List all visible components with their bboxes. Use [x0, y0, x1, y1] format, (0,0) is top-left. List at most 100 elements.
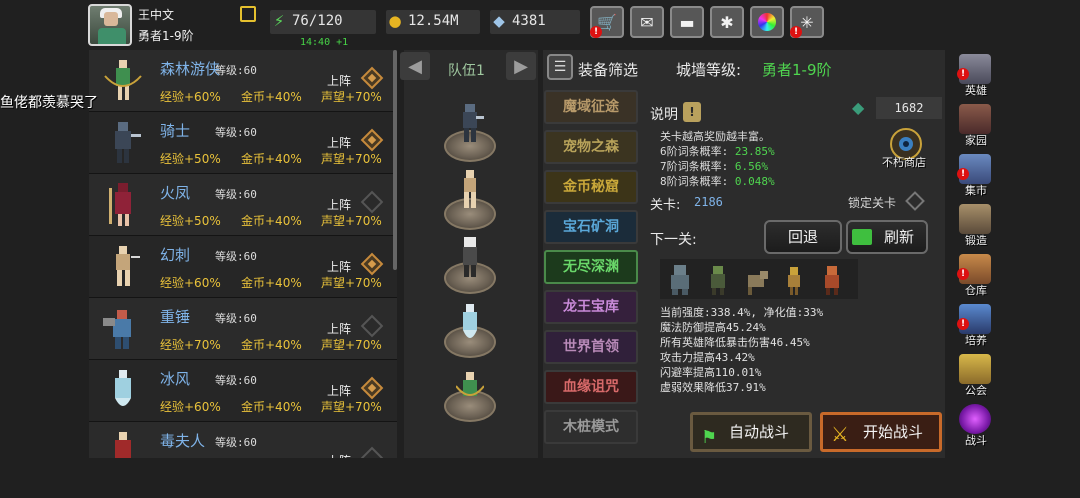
- fame-bonus: 声望+70%: [321, 152, 382, 166]
- mode-button[interactable]: 血缘诅咒: [544, 370, 638, 404]
- mode-button[interactable]: 世界首领: [544, 330, 638, 364]
- back-button[interactable]: 回退: [764, 220, 842, 254]
- hero-row[interactable]: 毒夫人 等级:60 上阵: [89, 422, 397, 458]
- castle-icon: [959, 104, 991, 134]
- deploy-toggle[interactable]: [360, 314, 384, 338]
- hero-row[interactable]: 火凤 等级:60 上阵 经验+50% 金币+40% 声望+70%: [89, 174, 397, 236]
- gem-icon: ◆: [493, 12, 505, 30]
- deploy-label: 上阵: [327, 74, 352, 88]
- deploy-toggle[interactable]: [360, 66, 384, 90]
- player-avatar[interactable]: [88, 4, 132, 46]
- hero-sprite-phantom-assassin: [116, 246, 140, 286]
- hero-row[interactable]: 骑士 等级:60 上阵 经验+50% 金币+40% 声望+70%: [89, 112, 397, 174]
- nav-guild[interactable]: 公会: [951, 352, 1001, 398]
- deploy-toggle[interactable]: [360, 190, 384, 214]
- nav-label: 英雄: [965, 84, 987, 97]
- hero-row[interactable]: 幻刺 等级:60 上阵 经验+60% 金币+40% 声望+70%: [89, 236, 397, 298]
- hero-row[interactable]: 森林游侠 等级:60 上阵 经验+60% 金币+40% 声望+70%: [89, 50, 397, 112]
- gems-display[interactable]: ◆ 4381: [490, 10, 580, 34]
- deploy-toggle[interactable]: [360, 252, 384, 276]
- immortal-shop-label[interactable]: 不朽商店: [882, 154, 926, 170]
- hero-sprite-ice-wind: [115, 370, 131, 406]
- nav-label: 战斗: [965, 434, 987, 447]
- player-rank: 勇者1-9阶: [138, 29, 194, 43]
- flag-icon: ⚑: [701, 427, 718, 448]
- stage-value: 2186: [694, 195, 723, 209]
- hero-level: 等级:60: [215, 188, 257, 201]
- mode-button[interactable]: 无尽深渊: [544, 250, 638, 284]
- lightning-icon: ⚡: [273, 12, 285, 30]
- gold-display[interactable]: ● 12.54M: [386, 10, 480, 34]
- auto-battle-label: 自动战斗: [729, 423, 790, 441]
- fame-bonus: 声望+70%: [321, 338, 382, 352]
- stat-line: 魔法防御提高45.24%: [660, 321, 766, 334]
- gear-icon: ✱: [720, 12, 734, 32]
- enemy-rat-sprite: [748, 271, 768, 295]
- enemy-goblin-sprite: [711, 266, 725, 295]
- gamepad-button[interactable]: ▬: [670, 6, 704, 38]
- enemy-werewolf-sprite: [671, 265, 689, 295]
- deploy-toggle[interactable]: [360, 446, 384, 458]
- exp-bonus: 经验+50%: [160, 152, 221, 166]
- gamepad-icon: ▬: [679, 12, 695, 32]
- hero-sprite-knight: [115, 122, 141, 163]
- nav-market[interactable]: ! 集市: [951, 152, 1001, 198]
- nav-label: 家园: [965, 134, 987, 147]
- player-name: 王中文: [138, 8, 175, 22]
- mode-button[interactable]: 魔域征途: [544, 90, 638, 124]
- overlay-comment: 鱼佬都羡慕哭了: [0, 95, 98, 111]
- hero-name: 重锤: [160, 308, 191, 326]
- portal-icon: [959, 404, 991, 434]
- mode-button[interactable]: 宠物之森: [544, 130, 638, 164]
- deploy-toggle[interactable]: [360, 376, 384, 400]
- stamina-display[interactable]: ⚡ 76/120: [270, 10, 376, 34]
- hero-row[interactable]: 冰风 等级:60 上阵 经验+60% 金币+40% 声望+70%: [89, 360, 397, 422]
- equipment-filter-label[interactable]: 装备筛选: [578, 59, 638, 80]
- crossed-swords-icon: ⚔: [831, 422, 849, 446]
- hero-level: 等级:60: [215, 374, 257, 387]
- hero-list-scrollbar[interactable]: [393, 50, 397, 270]
- auto-battle-button[interactable]: ⚑ 自动战斗: [690, 412, 812, 452]
- hero-name: 幻刺: [160, 246, 191, 264]
- mode-button[interactable]: 木桩模式: [544, 410, 638, 444]
- mode-button[interactable]: 龙王宝库: [544, 290, 638, 324]
- nav-warehouse[interactable]: ! 仓库: [951, 252, 1001, 298]
- nav-battle[interactable]: 战斗: [951, 402, 1001, 448]
- mail-button[interactable]: ✉: [630, 6, 664, 38]
- color-wheel-button[interactable]: [750, 6, 784, 38]
- firework-icon: ✳: [800, 12, 814, 32]
- deploy-toggle[interactable]: [360, 128, 384, 152]
- hero-name: 冰风: [160, 370, 191, 388]
- guild-icon: [959, 354, 991, 384]
- help-icon[interactable]: !: [683, 102, 701, 122]
- mode-button[interactable]: 宝石矿洞: [544, 210, 638, 244]
- shop-button[interactable]: 🛒!: [590, 6, 624, 38]
- start-battle-label: 开始战斗: [863, 423, 924, 441]
- nav-home[interactable]: 家园: [951, 102, 1001, 148]
- team-white-hair-sprite: [463, 237, 477, 277]
- menu-icon: ☰: [553, 59, 567, 75]
- stage-label: 关卡:: [650, 198, 681, 213]
- hero-sprite-poison-lady: [115, 432, 131, 458]
- hero-level: 等级:60: [215, 312, 257, 325]
- deploy-label: 上阵: [327, 322, 352, 336]
- gold-bonus: 金币+40%: [241, 276, 302, 290]
- hero-name: 火凤: [160, 184, 191, 202]
- nav-forge[interactable]: 锻造: [951, 202, 1001, 248]
- mode-button[interactable]: 金币秘窟: [544, 170, 638, 204]
- nav-hero[interactable]: ! 英雄: [951, 52, 1001, 98]
- start-battle-button[interactable]: ⚔ 开始战斗: [820, 412, 942, 452]
- firework-button[interactable]: ✳!: [790, 6, 824, 38]
- hero-row[interactable]: 重锤 等级:60 上阵 经验+70% 金币+40% 声望+70%: [89, 298, 397, 360]
- settings-button[interactable]: ✱: [710, 6, 744, 38]
- refresh-button[interactable]: 刷新: [846, 220, 928, 254]
- hero-name: 森林游侠: [160, 60, 221, 78]
- equipment-filter-button[interactable]: ☰: [547, 54, 573, 80]
- hero-list[interactable]: 森林游侠 等级:60 上阵 经验+60% 金币+40% 声望+70% 骑士 等级…: [89, 50, 397, 458]
- hero-name: 毒夫人: [160, 432, 206, 450]
- nav-cultivate[interactable]: ! 培养: [951, 302, 1001, 348]
- edit-name-icon[interactable]: [240, 6, 256, 22]
- stamina-timer: 14:40 +1: [300, 37, 349, 48]
- wall-level-value: 勇者1-9阶: [762, 61, 832, 79]
- game-mode-list: 魔域征途 宠物之森 金币秘窟 宝石矿洞 无尽深渊 龙王宝库 世界首领 血缘诅咒 …: [544, 90, 640, 450]
